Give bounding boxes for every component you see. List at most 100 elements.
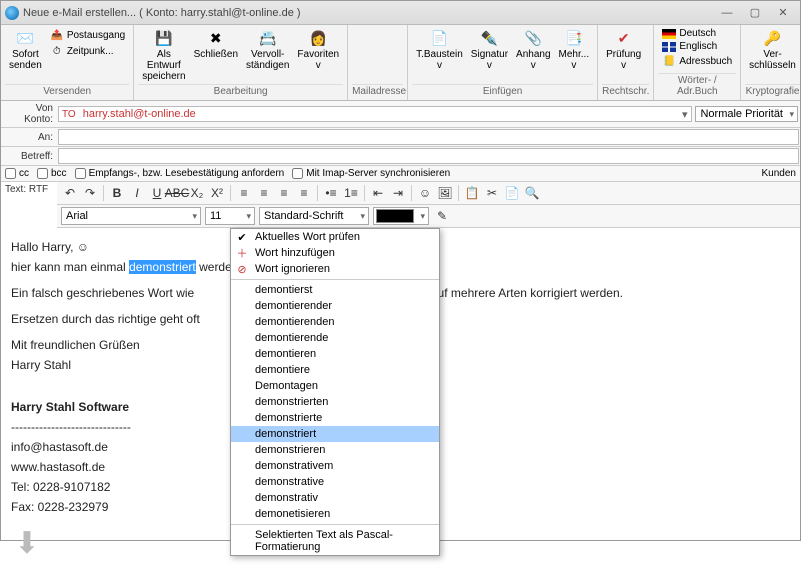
account-dropdown-icon[interactable]: ▾	[678, 108, 692, 121]
emoji-button[interactable]: ☺	[416, 184, 434, 202]
ctx-check-word[interactable]: ✔Aktuelles Wort prüfen	[231, 229, 439, 245]
group-label: Wörter- / Adr.Buch	[658, 73, 736, 98]
lang-deutsch[interactable]: Deutsch	[658, 27, 736, 40]
ctx-suggestion[interactable]: demontierender	[231, 298, 439, 314]
ctx-suggestion[interactable]: demonstriert	[231, 426, 439, 442]
ctx-suggestion[interactable]: demontierst	[231, 282, 439, 298]
anhang-button[interactable]: 📎Anhang v	[512, 27, 554, 73]
maximize-button[interactable]: ▢	[742, 4, 768, 22]
context-menu: ✔Aktuelles Wort prüfen ＋Wort hinzufügen …	[230, 228, 440, 556]
italic-button[interactable]: I	[128, 184, 146, 202]
undo-button[interactable]: ↶	[61, 184, 79, 202]
strike-button[interactable]: ABC	[168, 184, 186, 202]
text-mode-label: Text: RTF	[1, 182, 57, 228]
outbox-icon: 📤	[50, 28, 64, 42]
paste-button[interactable]: 📄	[503, 184, 521, 202]
group-krypto: 🔑Ver- schlüsseln Kryptografie	[741, 25, 801, 100]
empfang-checkbox[interactable]: Empfangs-, bzw. Lesebestätigung anforder…	[75, 168, 285, 179]
betreff-field[interactable]	[58, 148, 799, 164]
schliessen-button[interactable]: ✖Schließen	[190, 27, 242, 62]
favoriten-button[interactable]: 👩Favoriten v	[293, 27, 343, 73]
ctx-suggestion[interactable]: demontierenden	[231, 314, 439, 330]
verschluesseln-button[interactable]: 🔑Ver- schlüsseln	[745, 27, 800, 73]
group-versenden: ✉️Sofort senden 📤Postausgang ⏱Zeitpunk..…	[1, 25, 134, 100]
image-button[interactable]: 🖼	[436, 184, 454, 202]
entwurf-button[interactable]: 💾Als Entwurf speichern	[138, 27, 189, 84]
plus-icon: ＋	[235, 245, 249, 261]
cut-button[interactable]: ✂	[483, 184, 501, 202]
ctx-suggestion[interactable]: demontieren	[231, 346, 439, 362]
mehr-button[interactable]: 📑Mehr... v	[555, 27, 594, 73]
zeitpunkt-button[interactable]: ⏱Zeitpunk...	[46, 43, 129, 59]
clock-icon: ⏱	[50, 44, 64, 58]
attach-icon: 📎	[524, 29, 542, 47]
selected-word: demonstriert	[129, 260, 196, 274]
vervollstaendigen-button[interactable]: 📇Vervoll- ständigen	[242, 27, 293, 73]
ctx-pascal-format[interactable]: Selektierten Text als Pascal-Formatierun…	[231, 527, 439, 555]
addressbook-icon: 📒	[662, 54, 676, 68]
align-center-button[interactable]: ≡	[255, 184, 273, 202]
lang-englisch[interactable]: Englisch	[658, 40, 736, 53]
betreff-label: Betreff:	[1, 149, 57, 164]
ctx-suggestion[interactable]: demonstrativ	[231, 490, 439, 506]
align-right-button[interactable]: ≡	[275, 184, 293, 202]
ctx-add-word[interactable]: ＋Wort hinzufügen	[231, 245, 439, 261]
ctx-ignore-word[interactable]: ⊘Wort ignorieren	[231, 261, 439, 277]
adressbuch-button[interactable]: 📒Adressbuch	[658, 53, 736, 69]
group-label: Mailadresse	[352, 84, 403, 98]
font-toolbar: Arial 11 Standard-Schrift ✎	[57, 205, 800, 228]
ctx-suggestion[interactable]: demonetisieren	[231, 506, 439, 522]
priority-select[interactable]: Normale Priorität	[695, 106, 798, 122]
subscript-button[interactable]: X₂	[188, 184, 206, 202]
spellcheck-icon: ✔	[615, 29, 633, 47]
ctx-suggestion[interactable]: demonstrierte	[231, 410, 439, 426]
superscript-button[interactable]: X²	[208, 184, 226, 202]
indent-button[interactable]: ⇥	[389, 184, 407, 202]
sofort-senden-button[interactable]: ✉️Sofort senden	[5, 27, 46, 73]
highlight-button[interactable]: ✎	[433, 207, 451, 225]
tbaustein-button[interactable]: 📄T.Baustein v	[412, 27, 467, 73]
align-justify-button[interactable]: ≡	[295, 184, 313, 202]
cc-checkbox[interactable]: cc	[5, 168, 29, 179]
imap-checkbox[interactable]: Mit Imap-Server synchronisieren	[292, 168, 450, 179]
outdent-button[interactable]: ⇤	[369, 184, 387, 202]
copy-button[interactable]: 📋	[463, 184, 481, 202]
number-list-button[interactable]: 1≡	[342, 184, 360, 202]
send-icon: ✉️	[16, 29, 34, 47]
ctx-separator	[231, 279, 439, 280]
signatur-button[interactable]: ✒️Signatur v	[467, 27, 512, 73]
ctx-suggestion[interactable]: demonstrative	[231, 474, 439, 490]
underline-button[interactable]: U	[148, 184, 166, 202]
bcc-checkbox[interactable]: bcc	[37, 168, 67, 179]
bullet-list-button[interactable]: •≡	[322, 184, 340, 202]
app-icon	[5, 6, 19, 20]
close-button[interactable]: ✕	[770, 4, 796, 22]
bold-button[interactable]: B	[108, 184, 126, 202]
ctx-suggestion[interactable]: demonstrieren	[231, 442, 439, 458]
postausgang-button[interactable]: 📤Postausgang	[46, 27, 129, 43]
color-swatch	[376, 209, 414, 223]
group-label: Einfügen	[412, 84, 593, 98]
kunden-link[interactable]: Kunden	[762, 168, 796, 179]
an-field[interactable]	[58, 129, 799, 145]
favorites-icon: 👩	[309, 29, 327, 47]
font-style-select[interactable]: Standard-Schrift	[259, 207, 369, 225]
find-button[interactable]: 🔍	[523, 184, 541, 202]
ctx-suggestion[interactable]: Demontagen	[231, 378, 439, 394]
group-einfuegen: 📄T.Baustein v ✒️Signatur v 📎Anhang v 📑Me…	[408, 25, 598, 100]
minimize-button[interactable]: —	[714, 4, 740, 22]
font-name-select[interactable]: Arial	[61, 207, 201, 225]
ctx-suggestion[interactable]: demonstrierten	[231, 394, 439, 410]
redo-button[interactable]: ↷	[81, 184, 99, 202]
an-label: An:	[1, 130, 57, 145]
ctx-suggestion[interactable]: demonstrativem	[231, 458, 439, 474]
align-left-button[interactable]: ≡	[235, 184, 253, 202]
vonkonto-label: Von Konto:	[1, 101, 57, 127]
from-account[interactable]: harry.stahl@t-online.de	[79, 108, 678, 120]
options-row: cc bcc Empfangs-, bzw. Lesebestätigung a…	[1, 166, 800, 182]
ctx-suggestion[interactable]: demontierende	[231, 330, 439, 346]
font-size-select[interactable]: 11	[205, 207, 255, 225]
ctx-suggestion[interactable]: demontiere	[231, 362, 439, 378]
pruefung-button[interactable]: ✔Prüfung v	[602, 27, 645, 73]
font-color-select[interactable]	[373, 207, 429, 225]
